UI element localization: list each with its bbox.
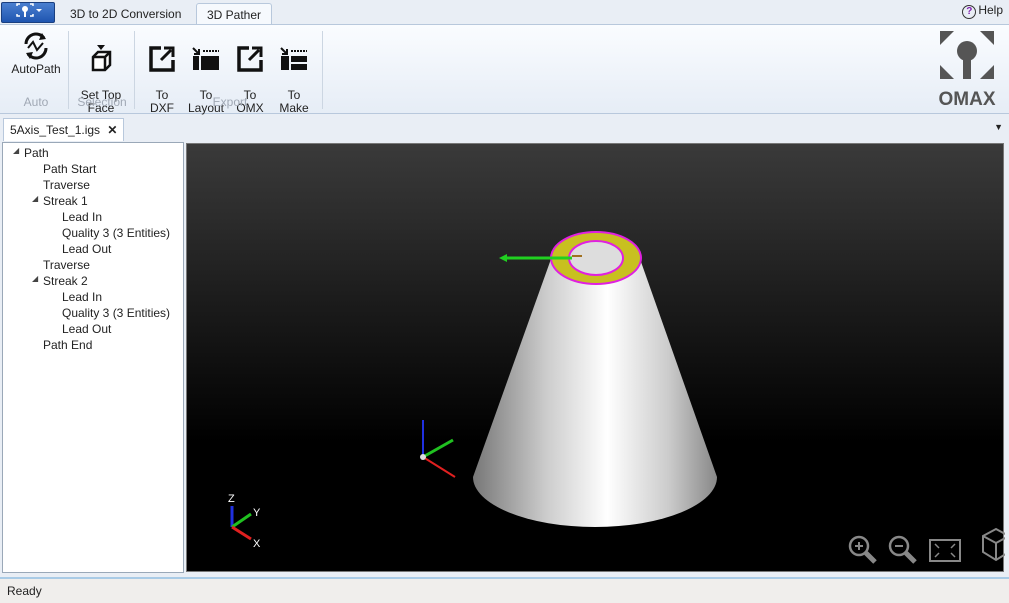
tree-node-label: Lead Out xyxy=(62,322,112,336)
status-bar: Ready xyxy=(0,577,1009,603)
set-top-face-button[interactable]: Set Top Face xyxy=(74,29,128,128)
tree-node[interactable]: ◢ Streak 1 xyxy=(32,194,88,208)
tree-node-label: Path Start xyxy=(43,162,97,176)
export-layout-icon xyxy=(186,42,226,76)
zoom-in-icon[interactable] xyxy=(848,535,877,564)
tree-node[interactable]: Lead In xyxy=(62,290,102,304)
tree-node[interactable]: Path End xyxy=(43,338,92,352)
axis-label-z: Z xyxy=(228,493,235,505)
help-button[interactable]: ? Help xyxy=(962,3,1003,19)
tree-node-label: Traverse xyxy=(43,258,90,272)
axis-indicator: Z Y X xyxy=(228,493,261,550)
to-layout-button[interactable]: To Layout xyxy=(186,29,226,128)
tree-node-label: Lead In xyxy=(62,210,103,224)
tree-node-label: Path End xyxy=(43,338,93,352)
tree-node-label: Streak 1 xyxy=(43,194,88,208)
set-top-face-icon xyxy=(74,42,128,76)
3d-viewport[interactable]: Z Y X xyxy=(186,143,1009,572)
tree-node-label: Streak 2 xyxy=(43,274,88,288)
close-icon[interactable]: ✕ xyxy=(107,123,117,137)
expand-toggle-icon[interactable]: ◢ xyxy=(32,274,38,283)
tab-dropdown-icon[interactable]: ▼ xyxy=(994,122,1003,132)
tree-node-label: Lead In xyxy=(62,290,103,304)
group-label-export: Export xyxy=(212,95,248,109)
tree-node[interactable]: Traverse xyxy=(43,258,90,272)
zoom-out-icon[interactable] xyxy=(888,535,917,564)
ribbon: AutoPath Auto Set Top Face Selection To … xyxy=(0,24,1009,115)
tree-node-label: Quality 3 (3 Entities) xyxy=(62,306,171,320)
export-dxf-icon xyxy=(144,42,180,76)
divider xyxy=(68,31,69,109)
tree-node[interactable]: Path Start xyxy=(43,162,96,176)
to-dxf-button[interactable]: To DXF xyxy=(144,29,180,128)
help-icon: ? xyxy=(962,5,977,19)
tree-node-label: Traverse xyxy=(43,178,90,192)
divider xyxy=(134,31,135,109)
tab-3d-to-2d-conversion[interactable]: 3D to 2D Conversion xyxy=(60,3,191,25)
tab-3d-pather[interactable]: 3D Pather xyxy=(196,3,273,25)
tree-node[interactable]: Lead Out xyxy=(62,242,111,256)
tree-node[interactable]: Lead In xyxy=(62,210,102,224)
view-cube-icon[interactable] xyxy=(982,527,1009,562)
omax-logo: OMAX xyxy=(934,29,1000,111)
expand-toggle-icon[interactable]: ◢ xyxy=(13,146,19,155)
app-menu-button[interactable] xyxy=(1,2,55,23)
autopath-button[interactable]: AutoPath xyxy=(8,29,64,76)
logo-text: OMAX xyxy=(939,89,996,110)
zoom-fit-icon[interactable] xyxy=(929,539,961,562)
tree-node-label: Path xyxy=(24,146,49,160)
axis-label-y: Y xyxy=(253,507,261,519)
axis-label-x: X xyxy=(253,538,261,550)
tree-node[interactable]: ◢ Path xyxy=(13,146,49,160)
tree-node-label: Lead Out xyxy=(62,242,112,256)
to-make-button[interactable]: To Make xyxy=(276,29,312,128)
export-omx-icon xyxy=(232,42,268,76)
divider xyxy=(322,31,323,109)
cone-model[interactable] xyxy=(473,231,717,527)
document-tab[interactable]: 5Axis_Test_1.igs ✕ xyxy=(3,118,125,141)
tree-node[interactable]: Quality 3 (3 Entities) xyxy=(62,226,170,240)
expand-toggle-icon[interactable]: ◢ xyxy=(32,194,38,203)
export-make-icon xyxy=(276,42,312,76)
to-omx-button[interactable]: To OMX xyxy=(232,29,268,128)
tree-node[interactable]: ◢ Streak 2 xyxy=(32,274,88,288)
tree-node[interactable]: Quality 3 (3 Entities) xyxy=(62,306,170,320)
tree-node-label: Quality 3 (3 Entities) xyxy=(62,226,171,240)
tree-node[interactable]: Lead Out xyxy=(62,322,111,336)
tree-node[interactable]: Traverse xyxy=(43,178,90,192)
group-label-auto: Auto xyxy=(23,95,49,109)
autopath-icon xyxy=(8,29,64,63)
group-label-selection: Selection xyxy=(77,95,127,109)
status-text: Ready xyxy=(7,584,42,598)
path-tree: ◢ Path Path Start Traverse ◢ Streak 1 Lead In Q… xyxy=(2,142,184,573)
tool-axis-triad xyxy=(420,420,456,478)
